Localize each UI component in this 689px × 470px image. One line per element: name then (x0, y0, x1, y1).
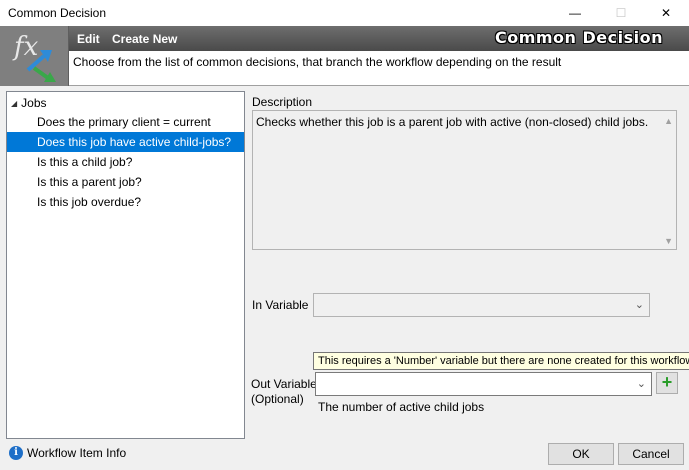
workflow-item-info-label: Workflow Item Info (27, 446, 127, 460)
plus-icon: + (661, 372, 673, 392)
scroll-up-icon[interactable]: ▲ (664, 116, 673, 126)
in-variable-label: In Variable (252, 298, 309, 312)
cancel-button[interactable]: Cancel (618, 443, 684, 465)
header-menu-bar: Edit Create New Common Decision (69, 26, 689, 51)
info-icon: i (9, 446, 23, 460)
minimize-button[interactable]: — (552, 0, 598, 26)
dialog-header: fx Edit Create New Common Decision Choos… (0, 26, 689, 86)
tree-node-label: Jobs (21, 96, 47, 110)
tree-item[interactable]: Does the primary client = current user? (7, 112, 244, 149)
decision-tree[interactable]: ◢ Jobs Does the primary client = current… (6, 91, 245, 439)
ok-button[interactable]: OK (548, 443, 614, 465)
function-icon: fx (0, 26, 69, 86)
chevron-down-icon: ⌄ (636, 378, 646, 390)
scroll-down-icon[interactable]: ▼ (664, 236, 673, 246)
expand-arrow-icon[interactable]: ◢ (11, 99, 17, 108)
header-subtitle-bar: Choose from the list of common decisions… (69, 51, 689, 86)
menu-edit[interactable]: Edit (77, 32, 100, 46)
add-variable-button[interactable]: + (656, 372, 678, 394)
out-variable-optional-label: (Optional) (251, 392, 304, 406)
tree-item-selected[interactable]: Does this job have active child-jobs? (7, 132, 244, 152)
tree-node-jobs[interactable]: ◢ Jobs (11, 96, 47, 110)
tree-item[interactable]: Is this a parent job? (7, 172, 244, 192)
header-subtitle: Choose from the list of common decisions… (73, 55, 562, 69)
maximize-icon: ☐ (615, 6, 627, 20)
tree-item[interactable]: Is this job overdue? (7, 192, 244, 212)
out-variable-label: Out Variable (251, 377, 317, 391)
tree-item[interactable]: Is this a child job? (7, 152, 244, 172)
window-title: Common Decision (8, 6, 107, 20)
window-titlebar: Common Decision — ☐ ✕ (0, 0, 689, 26)
chevron-down-icon: ⌄ (634, 299, 644, 311)
minimize-icon: — (569, 6, 581, 20)
out-variable-select[interactable]: ⌄ (315, 372, 652, 396)
description-label: Description (252, 95, 313, 109)
header-title: Common Decision (494, 28, 663, 47)
validation-tooltip: This requires a 'Number' variable but th… (313, 352, 689, 370)
description-box: Checks whether this job is a parent job … (252, 110, 677, 250)
menu-create-new[interactable]: Create New (112, 32, 177, 46)
in-variable-select[interactable]: ⌄ (313, 293, 650, 317)
workflow-item-info-link[interactable]: i Workflow Item Info (9, 446, 126, 460)
branch-arrows-icon (26, 50, 56, 82)
description-text: Checks whether this job is a parent job … (256, 115, 649, 129)
close-icon: ✕ (660, 6, 672, 20)
out-variable-hint: The number of active child jobs (318, 400, 485, 414)
close-button[interactable]: ✕ (643, 0, 689, 26)
maximize-button[interactable]: ☐ (598, 0, 644, 26)
